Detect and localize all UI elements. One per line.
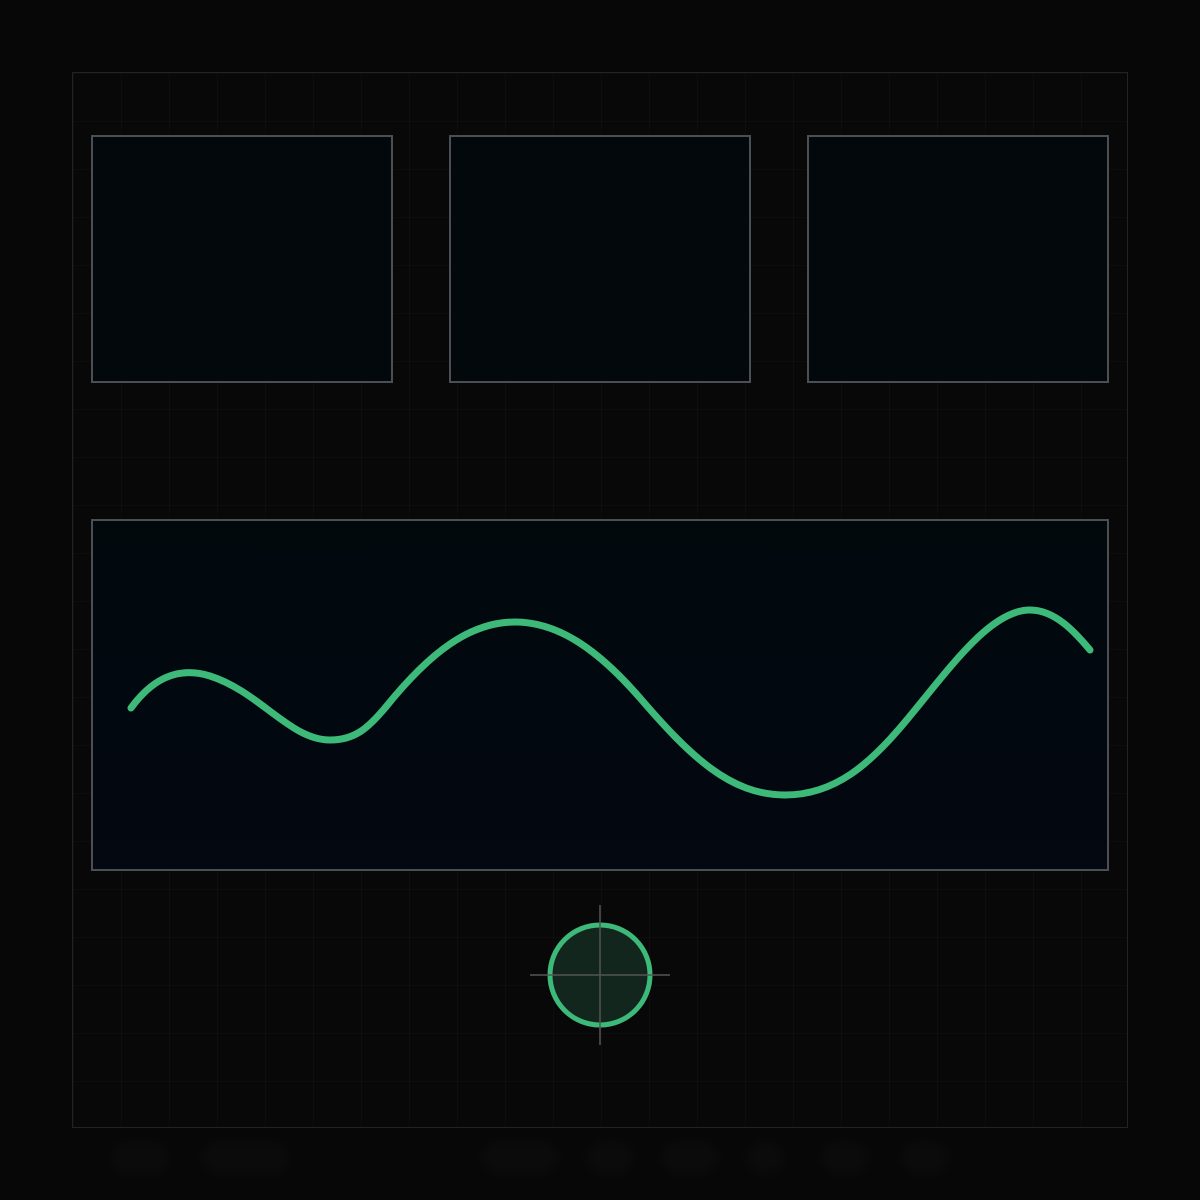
crosshair-target-button[interactable] [530, 905, 670, 1045]
footer-blur-7 [820, 1140, 870, 1176]
waveform-panel [91, 519, 1109, 871]
empty-panel-center [449, 135, 751, 383]
footer-blur-5 [660, 1140, 720, 1176]
footer-blur-4 [585, 1140, 635, 1176]
footer-blur-2 [200, 1140, 290, 1176]
footer-blur-6 [745, 1140, 785, 1176]
footer-blur-1 [110, 1140, 170, 1176]
empty-panel-left [91, 135, 393, 383]
footer-blur-8 [900, 1140, 950, 1176]
empty-panel-right [807, 135, 1109, 383]
footer-blur-3 [480, 1140, 560, 1176]
crosshair-circle-icon [530, 905, 670, 1045]
